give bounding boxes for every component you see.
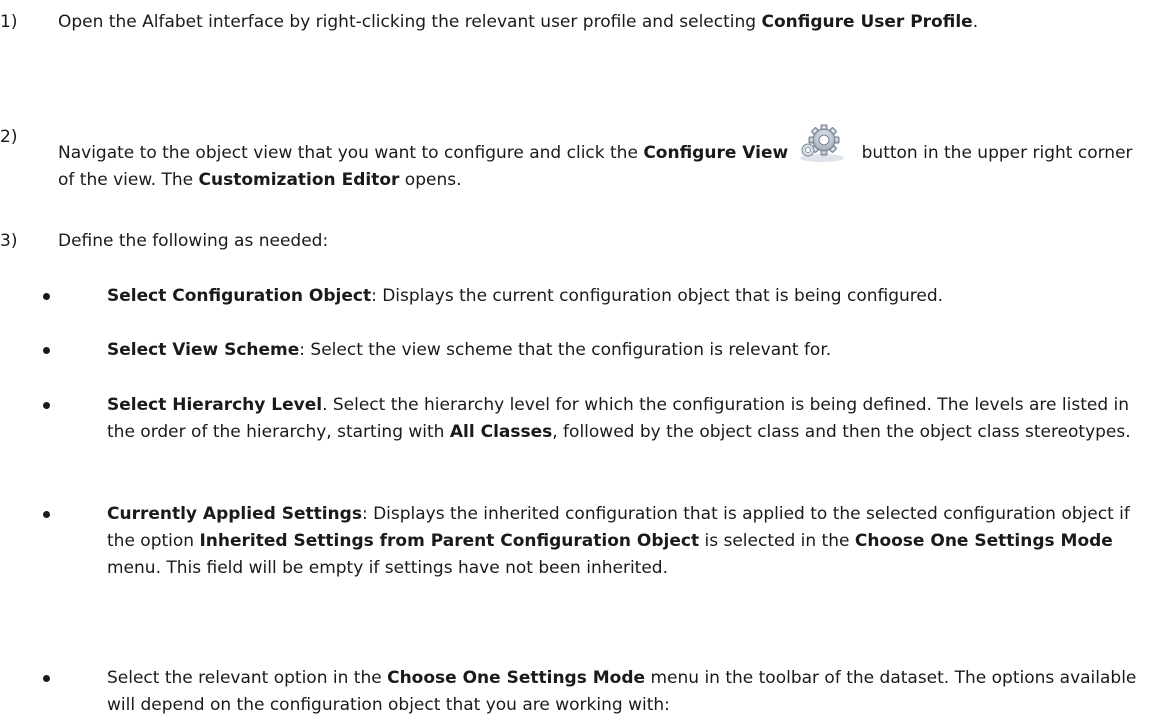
text-run: : Select the view scheme that the config… bbox=[299, 340, 832, 360]
ui-term: Currently Applied Settings bbox=[107, 504, 362, 524]
step-number: 2) bbox=[0, 127, 18, 147]
ui-term: Select Configuration Object bbox=[107, 286, 372, 306]
text-run: Select the relevant option in the bbox=[107, 668, 388, 688]
text-run: menu. This field will be empty if settin… bbox=[107, 558, 668, 578]
ui-term: Configure View bbox=[643, 143, 789, 163]
list-item-text: Currently Applied Settings: Displays the… bbox=[107, 501, 1150, 582]
text-run: : Displays the current configuration obj… bbox=[371, 286, 944, 306]
list-item-text: Select Configuration Object: Displays th… bbox=[107, 283, 1150, 310]
step-text: Open the Alfabet interface by right-clic… bbox=[58, 9, 1150, 36]
ui-term: Customization Editor bbox=[198, 170, 400, 190]
list-item-text: Select View Scheme: Select the view sche… bbox=[107, 337, 1150, 364]
step-text: Define the following as needed: bbox=[58, 231, 329, 251]
text-run: Navigate to the object view that you wan… bbox=[58, 143, 644, 163]
step-number: 1) bbox=[0, 12, 18, 32]
ui-term: Inherited Settings from Parent Configura… bbox=[199, 531, 700, 551]
bullet-icon bbox=[43, 511, 50, 518]
ui-term: Configure User Profile bbox=[761, 12, 973, 32]
bullet-icon bbox=[43, 293, 50, 300]
text-run: opens. bbox=[399, 170, 462, 190]
ui-term: Select View Scheme bbox=[107, 340, 300, 360]
document-page: 1) Open the Alfabet interface by right-c… bbox=[0, 0, 1164, 722]
ui-term: Choose One Settings Mode bbox=[854, 531, 1113, 551]
step-text: Navigate to the object view that you wan… bbox=[58, 124, 1150, 194]
bullet-icon bbox=[43, 402, 50, 409]
list-item-text: Select the relevant option in the Choose… bbox=[107, 665, 1150, 719]
bullet-icon bbox=[43, 347, 50, 354]
text-run: . bbox=[972, 12, 979, 32]
ui-term: Choose One Settings Mode bbox=[387, 668, 646, 688]
ui-term: Select Hierarchy Level bbox=[107, 395, 323, 415]
list-item-text: Select Hierarchy Level. Select the hiera… bbox=[107, 392, 1150, 446]
ui-term: All Classes bbox=[449, 422, 553, 442]
step-number: 3) bbox=[0, 231, 18, 251]
text-run: , followed by the object class and then … bbox=[552, 422, 1131, 442]
bullet-icon bbox=[43, 675, 50, 682]
text-run: is selected in the bbox=[699, 531, 855, 551]
text-run: Open the Alfabet interface by right-clic… bbox=[58, 12, 762, 32]
gear-icon bbox=[794, 124, 850, 164]
